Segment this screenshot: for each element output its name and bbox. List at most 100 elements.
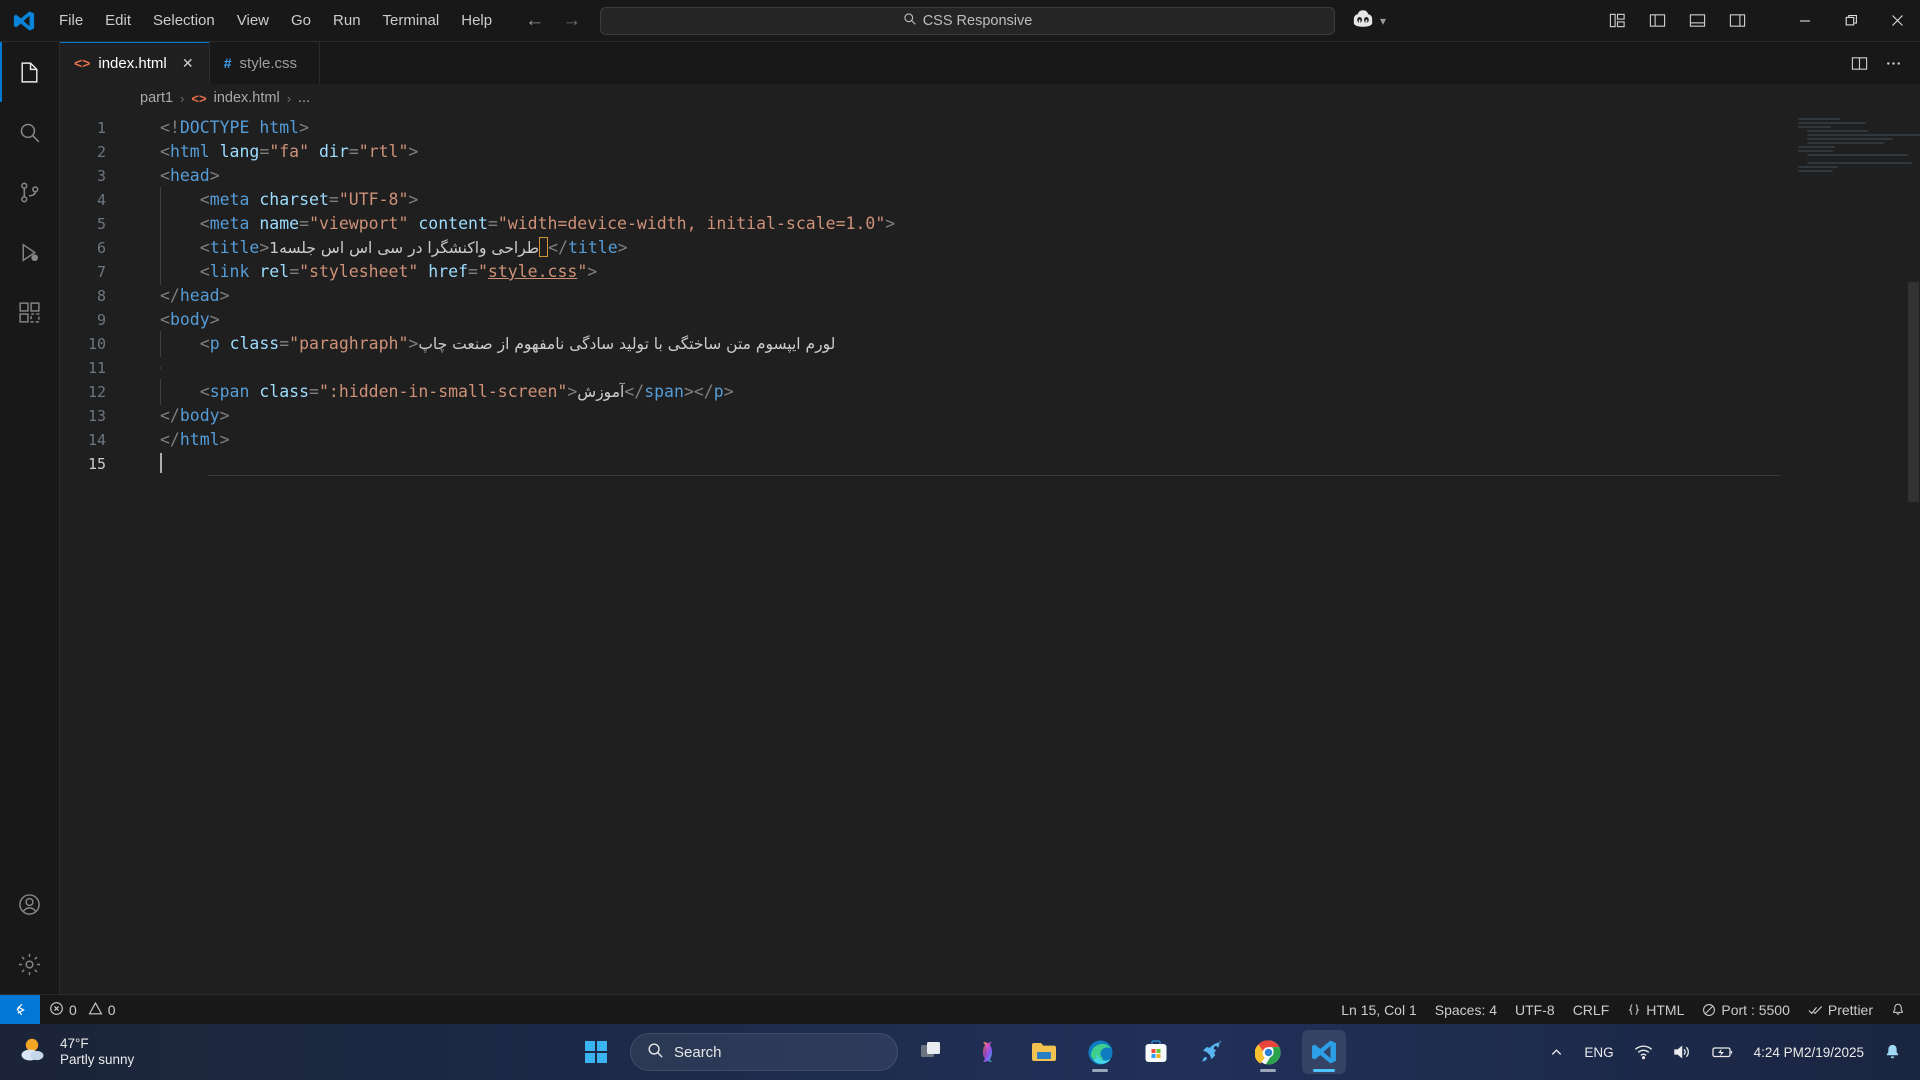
battery-charging-icon[interactable] <box>1709 1040 1737 1064</box>
status-live-server-port[interactable]: Port : 5500 <box>1693 995 1799 1025</box>
split-editor-icon[interactable] <box>1844 49 1874 77</box>
code-editor[interactable]: 1 <!DOCTYPE html> 2 <html lang="fa" dir="rt… <box>60 112 1920 994</box>
code-line[interactable]: 8 </head> <box>60 284 1920 308</box>
code-line[interactable]: 15 <box>60 452 1920 476</box>
remote-window-button[interactable] <box>0 994 40 1025</box>
weather-text: 47°F Partly sunny <box>60 1036 134 1068</box>
menu-help[interactable]: Help <box>451 7 502 35</box>
vscode-icon[interactable] <box>1302 1030 1346 1074</box>
wifi-icon[interactable] <box>1631 1040 1656 1064</box>
accounts-button[interactable] <box>0 874 60 934</box>
menu-file[interactable]: File <box>49 7 93 35</box>
weather-widget[interactable]: 47°F Partly sunny <box>0 1034 134 1071</box>
status-editor-position[interactable]: Ln 15, Col 1 <box>1332 995 1426 1025</box>
copilot-taskbar-icon[interactable] <box>966 1030 1010 1074</box>
menu-edit[interactable]: Edit <box>95 7 141 35</box>
status-language-mode[interactable]: HTML <box>1618 995 1693 1025</box>
code-token-pnc: </ <box>548 238 568 257</box>
breadcrumb-tail[interactable]: ... <box>298 90 310 106</box>
sidebar-item-search[interactable] <box>0 102 60 162</box>
gear-icon[interactable] <box>0 934 60 994</box>
code-line[interactable]: 1 <!DOCTYPE html> <box>60 116 1920 140</box>
status-encoding[interactable]: UTF-8 <box>1506 995 1564 1025</box>
code-line[interactable]: 12 <span class=":hidden-in-small-screen"… <box>60 379 1920 405</box>
status-notifications[interactable] <box>1882 995 1914 1025</box>
status-indentation[interactable]: Spaces: 4 <box>1426 995 1506 1025</box>
tab-style-css[interactable]: # style.css <box>209 42 320 84</box>
status-eol[interactable]: CRLF <box>1564 995 1619 1025</box>
code-line[interactable]: 14 </html> <box>60 428 1920 452</box>
editor-scrollbar[interactable] <box>1906 112 1920 994</box>
sidebar-item-run-and-debug[interactable] <box>0 222 60 282</box>
rocket-icon[interactable] <box>1190 1030 1234 1074</box>
line-number: 13 <box>87 407 106 425</box>
tab-label: index.html <box>98 54 167 72</box>
menu-run[interactable]: Run <box>323 7 371 35</box>
code-line[interactable]: 3 <head> <box>60 164 1920 188</box>
code-line[interactable]: 5 <meta name="viewport" content="width=d… <box>60 211 1920 237</box>
code-token-pnc: > <box>259 238 270 257</box>
code-line[interactable]: 11 <box>60 356 1920 380</box>
code-line[interactable]: 7 <link rel="stylesheet" href="style.css… <box>60 259 1920 285</box>
tab-index-html[interactable]: <> index.html ✕ <box>60 42 210 84</box>
chrome-icon[interactable] <box>1246 1030 1290 1074</box>
activity-bar <box>0 42 60 994</box>
copilot-icon[interactable] <box>1352 9 1374 33</box>
copilot-control[interactable]: ▾ <box>1352 9 1386 33</box>
taskbar-search-box[interactable]: Search <box>630 1033 898 1071</box>
minimize-button[interactable] <box>1782 0 1828 42</box>
bell-icon[interactable] <box>1881 1039 1904 1065</box>
close-icon[interactable]: ✕ <box>179 55 197 72</box>
check-all-icon <box>1808 1003 1823 1017</box>
windows-start-icon[interactable] <box>574 1030 618 1074</box>
close-button[interactable] <box>1874 0 1920 42</box>
store-icon[interactable] <box>1134 1030 1178 1074</box>
scrollbar-thumb[interactable] <box>1908 282 1919 502</box>
code-token-pnc: </ <box>693 382 714 401</box>
code-token-pnc: > <box>683 382 694 401</box>
ellipsis-icon[interactable] <box>1878 49 1908 77</box>
sidebar-item-explorer[interactable] <box>0 42 60 102</box>
breadcrumb-file[interactable]: index.html <box>214 90 280 106</box>
code-line[interactable]: 6 <title>طراحی واکنشگرا در سی اس اس جلسه… <box>60 235 1920 261</box>
problems-status[interactable]: 0 0 <box>40 995 125 1025</box>
status-prettier[interactable]: Prettier <box>1799 995 1882 1025</box>
edge-icon[interactable] <box>1078 1030 1122 1074</box>
layout-sidebar-right-icon[interactable] <box>1720 6 1754 36</box>
maximize-button[interactable] <box>1828 0 1874 42</box>
arrow-right-icon[interactable]: → <box>562 11 581 30</box>
breadcrumb-folder[interactable]: part1 <box>140 90 173 106</box>
minimap[interactable] <box>1798 118 1920 178</box>
line-number: 6 <box>96 239 106 257</box>
chevron-up-icon[interactable] <box>1546 1041 1567 1064</box>
code-line[interactable]: 2 <html lang="fa" dir="rtl"> <box>60 140 1920 164</box>
layout-panel-icon[interactable] <box>1680 6 1714 36</box>
layout-customize-icon[interactable] <box>1600 6 1634 36</box>
code-line[interactable]: 9 <body> <box>60 308 1920 332</box>
indent-guide <box>160 235 161 261</box>
language-indicator[interactable]: ENG <box>1581 1041 1616 1064</box>
menu-selection[interactable]: Selection <box>143 7 225 35</box>
text-cursor <box>539 237 549 257</box>
arrow-left-icon[interactable]: ← <box>525 11 544 30</box>
chevron-down-icon[interactable]: ▾ <box>1380 14 1386 28</box>
quick-search-input[interactable]: CSS Responsive <box>600 6 1335 35</box>
system-tray: ENG 4:24 PM 2/19/2025 <box>1546 1039 1920 1065</box>
code-line[interactable]: 4 <meta charset="UTF-8"> <box>60 187 1920 213</box>
clock[interactable]: 4:24 PM 2/19/2025 <box>1751 1040 1867 1065</box>
windows-taskbar: 47°F Partly sunny Search ENG 4:24 PM 2/1… <box>0 1024 1920 1080</box>
menu-go[interactable]: Go <box>281 7 321 35</box>
sidebar-item-source-control[interactable] <box>0 162 60 222</box>
sidebar-item-extensions[interactable] <box>0 282 60 342</box>
task-view-icon[interactable] <box>910 1030 954 1074</box>
code-line[interactable]: 13 </body> <box>60 404 1920 428</box>
code-line[interactable]: 10 <p class="paraghraph">لورم ایپسوم متن… <box>60 331 1920 357</box>
layout-sidebar-left-icon[interactable] <box>1640 6 1674 36</box>
menu-view[interactable]: View <box>227 7 279 35</box>
status-bar-right: Ln 15, Col 1 Spaces: 4 UTF-8 CRLF HTML Port :… <box>1332 995 1920 1025</box>
menu-terminal[interactable]: Terminal <box>373 7 450 35</box>
editor-tabs-bar: <> index.html ✕ # style.css <box>60 42 1920 84</box>
folder-icon[interactable] <box>1022 1030 1066 1074</box>
volume-icon[interactable] <box>1670 1040 1695 1064</box>
